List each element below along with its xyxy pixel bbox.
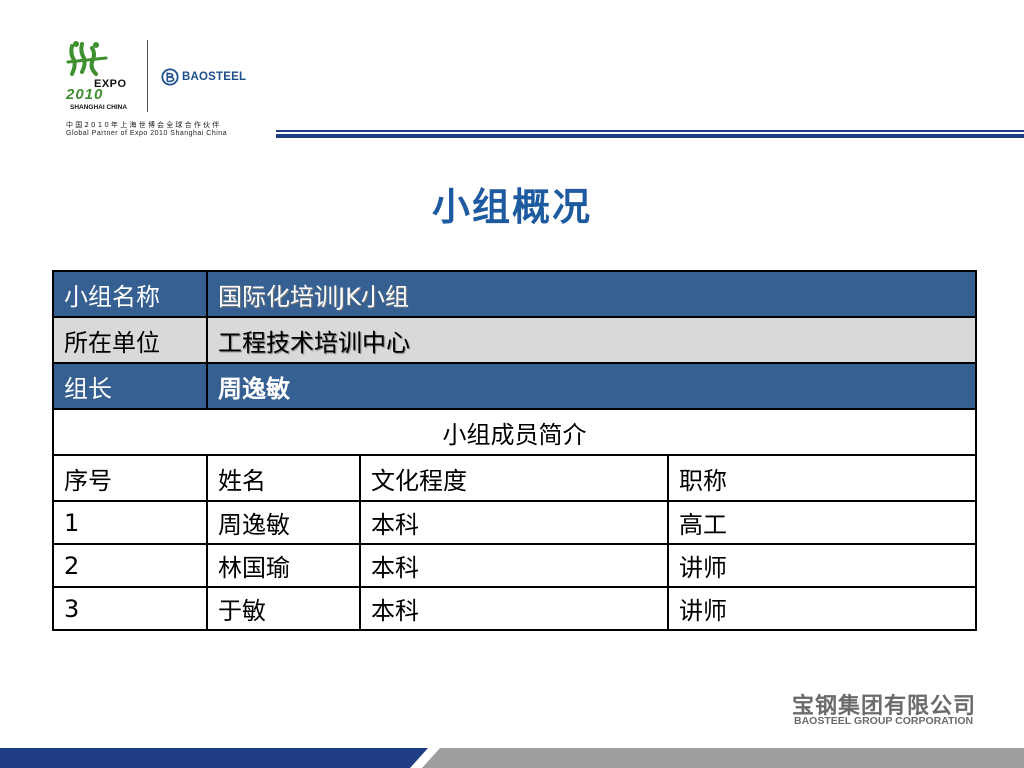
baosteel-emblem-icon [161, 68, 179, 86]
group-leader-row: 组长 周逸敏 [52, 362, 978, 410]
member-index: 2 [52, 543, 208, 588]
group-leader-value: 周逸敏 [205, 362, 978, 410]
members-header-education: 文化程度 [359, 454, 669, 502]
slide-title: 小组概况 [431, 185, 592, 229]
member-education: 本科 [359, 500, 669, 545]
member-title: 高工 [666, 500, 978, 545]
partner-caption-en: Global Partner of Expo 2010 Shanghai Chi… [66, 130, 228, 137]
member-title: 讲师 [666, 586, 978, 631]
group-unit-row: 所在单位 工程技术培训中心 [52, 316, 978, 364]
members-header-title: 职称 [666, 454, 978, 502]
member-name: 于敏 [206, 586, 361, 631]
members-heading-row: 小组成员简介 [51, 408, 978, 456]
logo-divider [147, 40, 148, 112]
member-index: 1 [52, 500, 208, 545]
group-unit-label: 所在单位 [52, 316, 208, 364]
members-heading: 小组成员简介 [51, 408, 978, 456]
member-name: 周逸敏 [206, 500, 361, 545]
table-row: 1 周逸敏 本科 高工 [52, 500, 978, 545]
company-name-en: BAOSTEEL GROUP CORPORATION [794, 715, 974, 727]
expo-mascot-glyph-icon [66, 41, 108, 76]
expo-logo-year: 2010 [66, 86, 104, 103]
member-education: 本科 [359, 586, 669, 631]
partner-caption-cn: 中国2010年上海世博会全球合作伙伴 [66, 121, 222, 129]
header-rule-thin [276, 130, 1024, 132]
expo-2010-logo: EXPO 2010 SHANGHAI CHINA [62, 36, 140, 112]
expo-logo-city: SHANGHAI CHINA [70, 104, 128, 111]
members-header-index: 序号 [52, 454, 208, 502]
header-rule-thick [276, 134, 1024, 138]
member-index: 3 [52, 586, 208, 631]
group-name-row: 小组名称 国际化培训JK小组 [52, 270, 978, 318]
table-row: 2 林国瑜 本科 讲师 [52, 543, 978, 588]
member-title: 讲师 [666, 543, 978, 588]
group-overview-table: 小组名称 国际化培训JK小组 所在单位 工程技术培训中心 组长 周逸敏 小组成员… [51, 270, 978, 631]
baosteel-logo-word: BAOSTEEL [182, 71, 247, 83]
group-name-value: 国际化培训JK小组 [205, 270, 978, 318]
member-education: 本科 [359, 543, 669, 588]
group-leader-label: 组长 [52, 362, 208, 410]
members-header-name: 姓名 [206, 454, 361, 502]
member-name: 林国瑜 [206, 543, 361, 588]
members-header-row: 序号 姓名 文化程度 职称 [52, 454, 978, 502]
group-unit-value: 工程技术培训中心 [205, 316, 978, 364]
baosteel-logo: BAOSTEEL [161, 67, 246, 87]
footer-stripe-bar [0, 748, 1024, 768]
table-row: 3 于敏 本科 讲师 [52, 586, 978, 631]
group-name-label: 小组名称 [52, 270, 208, 318]
